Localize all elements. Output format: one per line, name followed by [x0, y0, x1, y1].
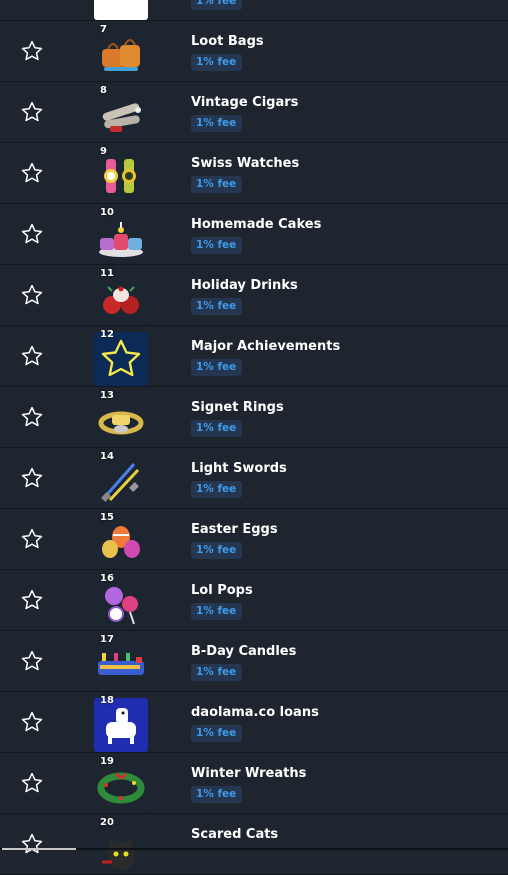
favorite-star-icon[interactable] — [20, 100, 44, 124]
collection-name[interactable]: Swiss Watches — [191, 156, 299, 171]
favorite-star-icon[interactable] — [20, 710, 44, 734]
favorite-star-icon[interactable] — [20, 527, 44, 551]
watch-icon — [94, 149, 148, 203]
collection-name[interactable]: B-Day Candles — [191, 644, 296, 659]
ring-icon — [94, 393, 148, 447]
lightsaber-icon — [94, 454, 148, 508]
collection-name[interactable]: Major Achievements — [191, 339, 340, 354]
collection-name[interactable]: Lol Pops — [191, 583, 253, 598]
collection-name[interactable]: Easter Eggs — [191, 522, 278, 537]
rank-number: 20 — [100, 817, 114, 828]
collection-name[interactable]: Scared Cats — [191, 827, 278, 842]
collection-row[interactable]: 17 B-Day Candles 1% fee — [0, 631, 508, 692]
egg-icon — [94, 515, 148, 569]
fee-badge: 1% fee — [191, 786, 243, 803]
collection-name[interactable]: Light Swords — [191, 461, 287, 476]
favorite-star-icon[interactable] — [20, 466, 44, 490]
collection-row[interactable]: 7 Loot Bags 1% fee — [0, 21, 508, 82]
collection-row[interactable]: 9 Swiss Watches 1% fee — [0, 143, 508, 204]
favorite-star-icon[interactable] — [20, 39, 44, 63]
collection-name[interactable]: Homemade Cakes — [191, 217, 321, 232]
fee-badge: 1% fee — [191, 115, 243, 132]
favorite-star-icon[interactable] — [20, 222, 44, 246]
collection-name[interactable]: Signet Rings — [191, 400, 284, 415]
lollipop-icon — [94, 576, 148, 630]
rank-number: 18 — [100, 695, 114, 706]
drink-icon — [94, 271, 148, 325]
collection-name[interactable]: Loot Bags — [191, 34, 264, 49]
rank-number: 17 — [100, 634, 114, 645]
collection-row[interactable]: 16 Lol Pops 1% fee — [0, 570, 508, 631]
favorite-star-icon[interactable] — [20, 283, 44, 307]
fee-badge: 1% fee — [191, 237, 243, 254]
collection-row[interactable]: 11 Holiday Drinks 1% fee — [0, 265, 508, 326]
collection-row[interactable]: 14 Light Swords 1% fee — [0, 448, 508, 509]
fee-badge: 1% fee — [191, 54, 243, 71]
cigar-icon — [94, 88, 148, 142]
favorite-star-icon[interactable] — [20, 0, 44, 2]
rank-number: 14 — [100, 451, 114, 462]
favorite-star-icon[interactable] — [20, 832, 44, 856]
rank-number: 19 — [100, 756, 114, 767]
cat-icon — [94, 820, 148, 874]
rank-number: 15 — [100, 512, 114, 523]
collection-name[interactable]: Holiday Drinks — [191, 278, 298, 293]
favorite-star-icon[interactable] — [20, 588, 44, 612]
collection-row[interactable]: 10 Homemade Cakes 1% fee — [0, 204, 508, 265]
fee-badge: 1% fee — [191, 176, 243, 193]
cake-icon — [94, 210, 148, 264]
favorite-star-icon[interactable] — [20, 344, 44, 368]
favorite-star-icon[interactable] — [20, 771, 44, 795]
favorite-star-icon[interactable] — [20, 405, 44, 429]
candle-icon — [94, 637, 148, 691]
rank-number: 13 — [100, 390, 114, 401]
collection-name[interactable]: Vintage Cigars — [191, 95, 298, 110]
wreath-icon — [94, 759, 148, 813]
star-badge-icon — [94, 332, 148, 386]
collections-list: 1% fee 7 Loot Bags 1% fee 8 Vintage Cigars 1% … — [0, 0, 508, 875]
collection-name[interactable]: Winter Wreaths — [191, 766, 306, 781]
fee-badge: 1% fee — [191, 359, 243, 376]
rank-number: 9 — [100, 146, 107, 157]
fee-badge: 1% fee — [191, 298, 243, 315]
fee-badge: 1% fee — [191, 603, 243, 620]
fee-badge: 1% fee — [191, 0, 243, 10]
fee-badge: 1% fee — [191, 725, 243, 742]
collection-name[interactable]: daolama.co loans — [191, 705, 319, 720]
rank-number: 11 — [100, 268, 114, 279]
fee-badge: 1% fee — [191, 420, 243, 437]
collection-row[interactable]: 19 Winter Wreaths 1% fee — [0, 753, 508, 814]
fee-badge: 1% fee — [191, 542, 243, 559]
rank-number: 7 — [100, 24, 107, 35]
rank-number: 12 — [100, 329, 114, 340]
rank-number: 16 — [100, 573, 114, 584]
llama-icon — [94, 698, 148, 752]
rank-number: 8 — [100, 85, 107, 96]
loot-bag-icon — [94, 27, 148, 81]
fee-badge: 1% fee — [191, 664, 243, 681]
collection-row[interactable]: 1% fee — [0, 0, 508, 21]
partial-thumbnail — [94, 0, 148, 20]
fee-badge: 1% fee — [191, 481, 243, 498]
collection-row[interactable]: 12 Major Achievements 1% fee — [0, 326, 508, 387]
favorite-star-icon[interactable] — [20, 161, 44, 185]
collection-row[interactable]: 18 daolama.co loans 1% fee — [0, 692, 508, 753]
rank-number: 10 — [100, 207, 114, 218]
favorite-star-icon[interactable] — [20, 649, 44, 673]
collection-row[interactable]: 8 Vintage Cigars 1% fee — [0, 82, 508, 143]
collection-row[interactable]: 13 Signet Rings 1% fee — [0, 387, 508, 448]
collection-row[interactable]: 20 Scared Cats — [0, 814, 508, 875]
collection-row[interactable]: 15 Easter Eggs 1% fee — [0, 509, 508, 570]
